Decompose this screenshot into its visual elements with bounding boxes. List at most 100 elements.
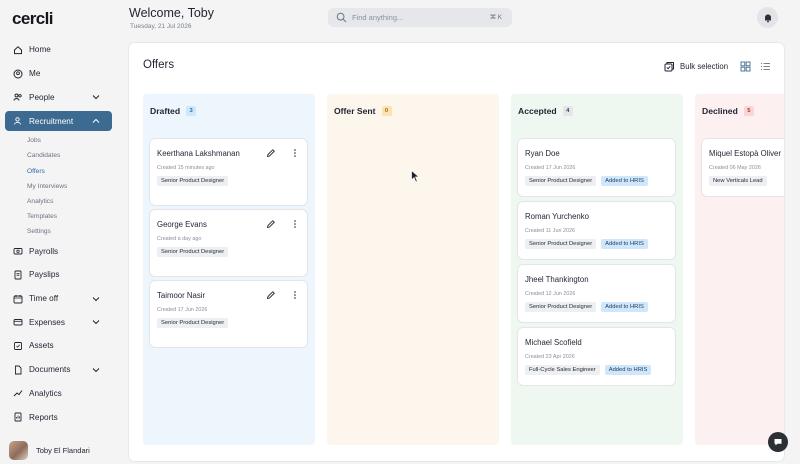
sub-item-offers[interactable]: Offers (5, 163, 112, 178)
hris-status-tag: Added to HRIS (601, 302, 648, 312)
sub-item-templates[interactable]: Templates (5, 209, 112, 224)
candidate-name: Jheel Thankington (525, 275, 589, 284)
created-date: Created 11 Jun 2026 (525, 228, 575, 234)
sidebar-item-expenses[interactable]: Expenses (5, 310, 112, 334)
column-count-badge: 0 (381, 106, 392, 116)
offer-card[interactable]: Taimoor Nasir Created 17 Jun 2026 Senior… (149, 280, 308, 348)
sub-item-my-interviews[interactable]: My Interviews (5, 179, 112, 194)
chat-support-button[interactable] (768, 432, 788, 452)
created-date: Created 17 Jun 2026 (525, 165, 576, 171)
user-name: Toby El Flandari (36, 446, 90, 455)
more-options-icon[interactable] (290, 148, 300, 158)
column-title: Declined (702, 106, 738, 116)
created-date: Created 06 May 2026 (709, 165, 761, 171)
bulk-selection-button[interactable]: Bulk selection (664, 61, 728, 72)
job-title-tag: Senior Product Designer (525, 302, 597, 312)
sidebar-item-label: Payslips (29, 270, 60, 280)
search-input[interactable]: Find anything... ⌘ K (328, 8, 512, 27)
chevron-down-icon (92, 320, 100, 325)
documents-icon (13, 365, 23, 375)
sidebar-item-payrolls[interactable]: Payrolls (5, 239, 112, 263)
sidebar-nav: Home Me People Recruitment Jobs Candidat… (5, 38, 112, 429)
bell-icon (764, 14, 771, 22)
offer-card[interactable]: Ryan Doe Created 17 Jun 2026 Senior Prod… (517, 138, 676, 197)
sidebar-item-home[interactable]: Home (5, 38, 112, 62)
sub-item-settings[interactable]: Settings (5, 224, 112, 239)
user-profile[interactable]: Toby El Flandari (9, 441, 90, 460)
job-title-tag: Senior Product Designer (157, 247, 229, 257)
chevron-up-icon (92, 118, 100, 123)
sidebar-item-label: Reports (29, 412, 58, 422)
list-view-icon[interactable] (760, 61, 771, 72)
offer-card[interactable]: Miquel Estopà Oliver Created 06 May 2026… (701, 138, 784, 197)
page-title: Offers (143, 59, 175, 71)
search-icon (336, 12, 347, 23)
column-drafted: Drafted 3 Keerthana Lakshmanan Created 1… (143, 94, 315, 445)
sidebar-item-reports[interactable]: Reports (5, 405, 112, 429)
sidebar-item-analytics[interactable]: Analytics (5, 382, 112, 406)
assets-icon (13, 341, 23, 351)
sidebar-item-assets[interactable]: Assets (5, 334, 112, 358)
created-date: Created 17 Jun 2026 (157, 307, 208, 313)
offer-card[interactable]: Keerthana Lakshmanan Created 15 minutes … (149, 138, 308, 206)
edit-icon[interactable] (266, 148, 276, 158)
offer-card[interactable]: George Evans Created a day ago Senior Pr… (149, 209, 308, 277)
column-title: Accepted (518, 106, 557, 116)
column-count-badge: 3 (186, 106, 197, 116)
people-icon (13, 92, 23, 102)
sidebar-item-label: Time off (29, 294, 59, 304)
chevron-down-icon (92, 367, 100, 373)
column-count-badge: 5 (743, 106, 754, 116)
grid-view-icon[interactable] (740, 61, 751, 72)
job-title-tag: Senior Product Designer (525, 239, 597, 249)
sidebar-item-label: Me (29, 69, 41, 79)
more-options-icon[interactable] (290, 290, 300, 300)
sidebar-item-label: Expenses (29, 317, 65, 327)
sub-item-jobs[interactable]: Jobs (5, 133, 112, 148)
sidebar-item-label: Analytics (29, 388, 62, 398)
cercli-logo[interactable]: cercli (12, 9, 53, 29)
mouse-cursor-icon (411, 170, 420, 183)
sidebar-item-people[interactable]: People (5, 85, 112, 109)
bulk-select-icon (664, 62, 674, 72)
job-title-tag: New Verticals Lead (709, 176, 767, 186)
candidate-name: Taimoor Nasir (157, 291, 206, 300)
expenses-icon (13, 317, 23, 327)
sidebar-item-label: People (29, 92, 55, 102)
offer-card[interactable]: Roman Yurchenko Created 11 Jun 2026 Seni… (517, 201, 676, 260)
sidebar-item-documents[interactable]: Documents (5, 358, 112, 382)
sidebar-item-payslips[interactable]: Payslips (5, 263, 112, 287)
search-placeholder: Find anything... (352, 13, 404, 22)
sidebar-item-recruitment[interactable]: Recruitment (5, 111, 112, 132)
chat-icon (774, 439, 782, 446)
job-title-tag: Senior Product Designer (525, 176, 597, 186)
sidebar-item-me[interactable]: Me (5, 62, 112, 86)
payslips-icon (13, 270, 23, 280)
sub-item-candidates[interactable]: Candidates (5, 148, 112, 163)
edit-icon[interactable] (266, 290, 276, 300)
candidate-name: Michael Scofield (525, 338, 582, 347)
more-options-icon[interactable] (290, 219, 300, 229)
payrolls-icon (13, 246, 23, 256)
sidebar-item-time-off[interactable]: Time off (5, 287, 112, 311)
offer-card[interactable]: Michael Scofield Created 23 Apr 2026 Ful… (517, 327, 676, 386)
offers-panel: Offers Bulk selection Drafted 3 Keerthan… (129, 43, 784, 461)
sub-item-analytics[interactable]: Analytics (5, 194, 112, 209)
chevron-down-icon (92, 95, 100, 100)
job-title-tag: Senior Product Designer (157, 176, 229, 186)
column-declined: Declined 5 Miquel Estopà Oliver Created … (695, 94, 784, 445)
notifications-button[interactable] (757, 7, 778, 28)
sidebar-item-label: Home (29, 45, 51, 55)
analytics-icon (13, 388, 23, 398)
candidate-name: Miquel Estopà Oliver (709, 149, 781, 158)
column-title: Drafted (150, 106, 181, 116)
recruitment-icon (13, 116, 23, 126)
candidate-name: Ryan Doe (525, 149, 560, 158)
column-title: Offer Sent (334, 106, 376, 116)
offer-card[interactable]: Jheel Thankington Created 12 Jun 2026 Se… (517, 264, 676, 323)
edit-icon[interactable] (266, 219, 276, 229)
candidate-name: Roman Yurchenko (525, 212, 590, 221)
sidebar-item-label: Documents (29, 365, 71, 375)
current-date: Tuesday, 21 Jul 2026 (130, 23, 192, 30)
column-accepted: Accepted 4 Ryan Doe Created 17 Jun 2026 … (511, 94, 683, 445)
